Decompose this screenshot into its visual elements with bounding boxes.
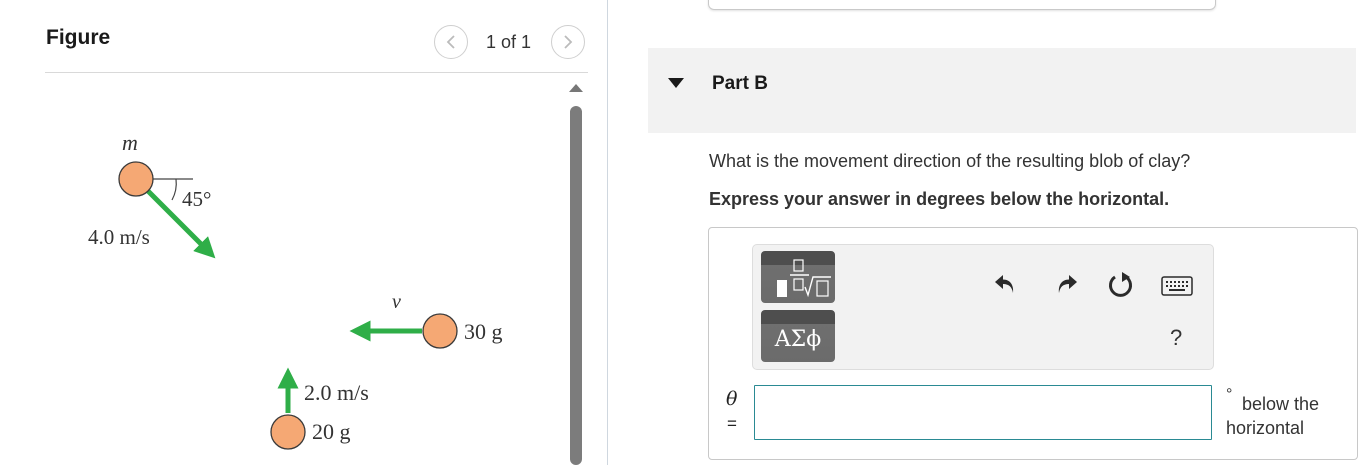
velocity-v-label: v	[392, 291, 401, 313]
speed-m-label: 4.0 m/s	[88, 225, 150, 249]
collision-diagram: m 45° 4.0 m/s v 30 g 2.0 m/s 20 g	[88, 130, 503, 450]
figure-title: Figure	[46, 26, 111, 49]
reset-icon[interactable]	[1106, 269, 1136, 299]
speed-20g-label: 2.0 m/s	[304, 380, 369, 405]
ball-m	[118, 161, 154, 197]
help-button[interactable]: ?	[1170, 325, 1182, 351]
mass-m-label: m	[122, 130, 138, 155]
question-text: What is the movement direction of the re…	[709, 151, 1191, 171]
keyboard-icon[interactable]	[1161, 276, 1193, 296]
undo-icon[interactable]	[993, 271, 1019, 297]
previous-figure-button[interactable]	[434, 25, 468, 59]
previous-part-box	[708, 0, 1216, 10]
mass-20g-label: 20 g	[312, 419, 351, 444]
panel-divider	[607, 0, 608, 465]
symbols-label: ΑΣϕ	[774, 327, 822, 352]
unit-text: below the horizontal	[1226, 394, 1320, 438]
answer-input[interactable]	[754, 385, 1212, 440]
collapse-triangle-icon[interactable]	[668, 78, 684, 88]
unit-label: below the horizontal	[1226, 392, 1336, 440]
part-title[interactable]: Part B	[712, 73, 768, 95]
chevron-left-icon	[446, 35, 455, 49]
answer-instruction: Express your answer in degrees below the…	[709, 189, 1170, 209]
page-indicator: 1 of 1	[486, 32, 532, 52]
ball-30g	[422, 313, 458, 349]
figure-header-divider	[45, 72, 588, 73]
mass-30g-label: 30 g	[464, 319, 503, 344]
scroll-up-arrow-icon[interactable]	[569, 84, 583, 92]
equals-sign: =	[727, 414, 737, 433]
greek-symbols-button[interactable]: ΑΣϕ	[761, 310, 835, 362]
figure-scrollbar-thumb[interactable]	[570, 106, 582, 465]
templates-button[interactable]	[761, 251, 835, 303]
ball-20g	[270, 414, 306, 450]
chevron-right-icon	[564, 35, 573, 49]
variable-label: θ	[726, 388, 738, 410]
angle-label: 45°	[182, 187, 211, 211]
next-figure-button[interactable]	[551, 25, 585, 59]
redo-icon[interactable]	[1053, 271, 1079, 297]
angle-arc	[171, 178, 177, 201]
fraction-root-template-icon	[777, 259, 831, 298]
